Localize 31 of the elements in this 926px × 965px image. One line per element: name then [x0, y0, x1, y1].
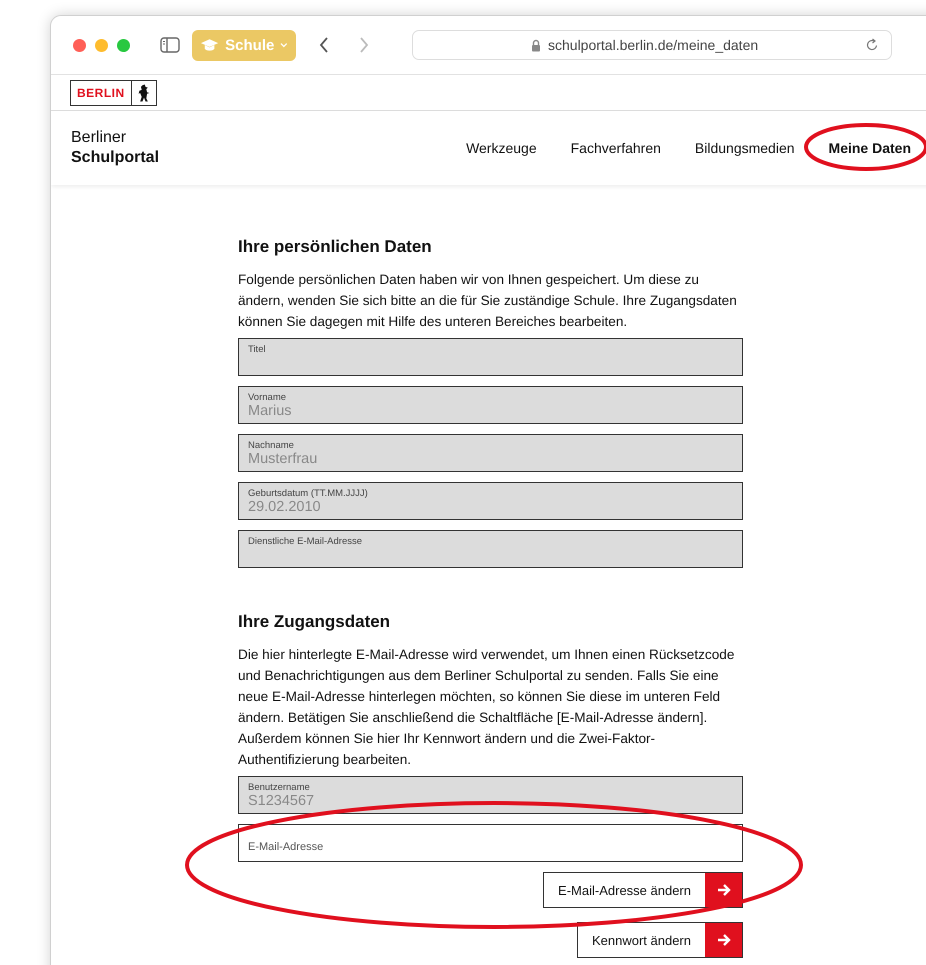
address-bar[interactable]: schulportal.berlin.de/meine_daten — [412, 30, 892, 60]
field-label: Vorname — [248, 392, 288, 403]
section-description: Folgende persönlichen Daten haben wir von Ihnen gespeichert. Um diese zu ändern, wenden Sie sich bitte an die für Sie zuständige Schule. Ihre Zugangsdaten können Sie dagegen mit Hilfe des unteren Bereiches bearbeiten. — [238, 271, 738, 331]
readonly-field[interactable]: Vorname Marius — [238, 386, 743, 424]
action-button[interactable]: E-Mail-Adresse ändern — [543, 872, 743, 908]
field-label: Titel — [248, 344, 267, 355]
nav-link[interactable]: Fachverfahren — [570, 140, 661, 156]
readonly-field[interactable]: Titel — [238, 338, 743, 376]
site-title: Schulportal — [71, 148, 160, 168]
email-input-field[interactable]: E-Mail-Adresse — [238, 824, 743, 862]
field-value: Musterfrau — [248, 451, 318, 468]
site-title: Berliner — [71, 128, 128, 148]
field-label: Geburtsdatum (TT.MM.JJJJ) — [248, 488, 369, 499]
field-value: 29.02.2010 — [248, 499, 322, 516]
field-value: Marius — [248, 403, 293, 420]
section-heading: Ihre persönlichen Daten — [238, 237, 433, 257]
readonly-field[interactable]: Nachname Musterfrau — [238, 434, 743, 472]
berlin-logo[interactable]: BERLIN — [70, 80, 157, 106]
field-label: Nachname — [248, 440, 295, 451]
readonly-field[interactable]: Benutzername S1234567 — [238, 776, 743, 814]
field-label: Benutzername — [248, 782, 311, 793]
readonly-field[interactable]: Geburtsdatum (TT.MM.JJJJ) 29.02.2010 — [238, 482, 743, 520]
readonly-field[interactable]: Dienstliche E-Mail-Adresse — [238, 530, 743, 568]
section-heading: Ihre Zugangsdaten — [238, 612, 392, 632]
section-description: Die hier hinterlegte E-Mail-Adresse wird verwendet, um Ihnen einen Rücksetzcode und Benachrichtigungen aus dem Berliner Schulportal zu senden. Falls Sie eine neue E-Mail-Adresse hinterlegen möchten, so können Sie diese im unteren Feld ändern. Betätigen Sie anschließend die Schaltfläche [E-Mail-Adresse ändern]. Außerdem können Sie hier Ihr Kennwort ändern und die Zwei-Faktor-Authentifizierung bearbeiten. — [238, 646, 736, 769]
nav-link[interactable]: Werkzeuge — [466, 140, 537, 156]
nav-link[interactable]: Meine Daten — [828, 140, 911, 156]
action-button[interactable]: Kennwort ändern — [576, 922, 743, 958]
field-label: Dienstliche E-Mail-Adresse — [248, 536, 364, 547]
field-value: S1234567 — [248, 793, 316, 810]
nav-link[interactable]: Bildungsmedien — [694, 140, 795, 156]
